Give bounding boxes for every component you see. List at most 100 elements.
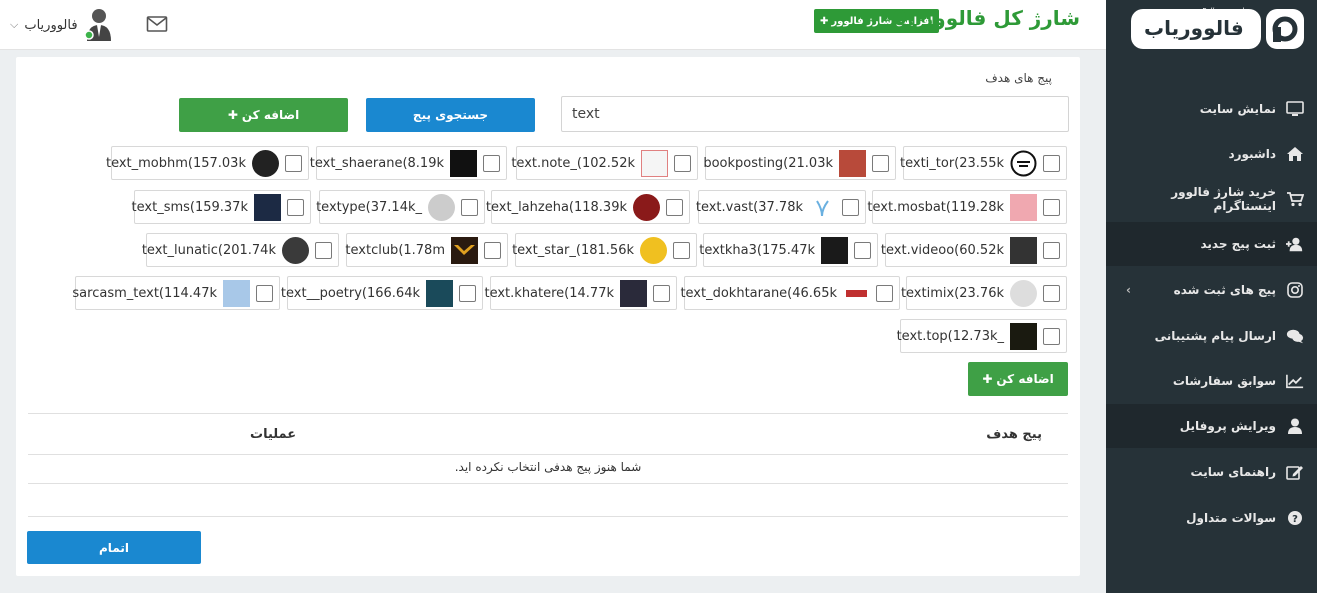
user-avatar-icon [83,7,114,43]
page-checkbox[interactable] [285,154,302,172]
logo[interactable]: فالووریاب Follower yab [1130,6,1306,52]
plus-icon: ✚ [982,372,993,386]
sidebar-item-support[interactable]: ارسال پیام پشتیبانی [1106,314,1317,358]
page-checkbox[interactable] [1043,284,1060,302]
add-button-label: اضافه کن [996,372,1054,386]
page-checkbox[interactable] [872,154,889,172]
divider [28,516,1068,517]
page-thumbnail [1010,322,1037,350]
page-checkbox[interactable] [287,198,304,216]
add-button-bottom[interactable]: اضافه کن ✚ [968,362,1068,396]
page-checkbox[interactable] [666,198,683,216]
sidebar-item-new-page[interactable]: ثبت پیج جدید [1106,222,1317,266]
page-option[interactable]: sarcasm_text(114.47k [72,276,280,310]
page-thumbnail [1010,149,1037,177]
page-option[interactable]: text_star_(181.56k [512,233,697,267]
sidebar-item-edit-profile[interactable]: ویرایش پروفایل [1106,404,1317,448]
search-page-button[interactable]: جستجوی پیج [366,98,535,132]
page-checkbox[interactable] [1043,241,1060,259]
page-option[interactable]: textclub(1.78m [345,233,508,267]
add-button-top[interactable]: اضافه کن ✚ [179,98,348,132]
divider [28,413,1068,414]
page-option-label: textkha3(175.47k [699,242,815,258]
page-thumbnail [809,193,836,221]
sidebar-item-label: ثبت پیج جدید [1200,237,1276,251]
user-menu[interactable]: فالووریاب ⌵ [10,6,114,44]
page-option[interactable]: text_sms(159.37k [131,190,311,224]
page-option[interactable]: textkha3(175.47k [699,233,878,267]
page-checkbox[interactable] [673,241,690,259]
mail-icon[interactable] [146,15,168,33]
sidebar-item-dashboard[interactable]: داشبورد [1106,132,1317,176]
page-checkbox[interactable] [842,198,859,216]
sidebar-item-label: نمایش سایت [1199,102,1276,116]
page-option-label: text.mosbat(119.28k [867,199,1004,215]
page-option[interactable]: text_lunatic(201.74k [142,233,339,267]
page-option[interactable]: textype(37.14k_ [316,190,485,224]
page-checkbox[interactable] [315,241,332,259]
page-option-label: text_sms(159.37k [131,199,248,215]
user-name: فالووریاب [24,17,78,33]
page-option[interactable]: bookposting(21.03k [703,146,896,180]
page-option-label: text.top(12.73k_ [896,328,1004,344]
page-option-label: text_star_(181.56k [512,242,634,258]
page-option[interactable]: text.mosbat(119.28k [867,190,1067,224]
page-option-label: sarcasm_text(114.47k [72,285,217,301]
finish-button-label: اتمام [99,540,129,555]
sidebar-item-orders[interactable]: سوابق سفارشات [1106,359,1317,403]
page-option[interactable]: text__poetry(166.64k [281,276,483,310]
page-option[interactable]: text_lahzeha(118.39k [486,190,690,224]
page-checkbox[interactable] [484,241,501,259]
page-checkbox[interactable] [1043,327,1060,345]
svg-text:?: ? [1292,514,1298,525]
page-checkbox[interactable] [854,241,871,259]
page-thumbnail [428,193,455,221]
page-option[interactable]: text_mobhm(157.03k [106,146,309,180]
page-checkbox[interactable] [1043,198,1060,216]
page-thumbnail [1010,279,1037,307]
page-option-label: text.vast(37.78k [695,199,803,215]
page-option[interactable]: text.khatere(14.77k [485,276,677,310]
page-option[interactable]: texti_tor(23.55k [900,146,1067,180]
page-checkbox[interactable] [674,154,691,172]
page-option-label: text_dokhtarane(46.65k [680,285,837,301]
page-thumbnail [839,149,866,177]
chart-icon [1286,372,1304,390]
page-option-label: text_lunatic(201.74k [141,242,276,258]
sidebar-item-view-site[interactable]: نمایش سایت [1106,87,1317,131]
chevron-down-icon[interactable]: ⌵ [10,18,18,32]
page-checkbox[interactable] [653,284,670,302]
empty-table-message: شما هنوز پیج هدفی انتخاب نکرده اید. [454,460,642,474]
edit-icon [1286,463,1304,481]
page-option[interactable]: text_shaerane(8.19k [310,146,507,180]
page-checkbox[interactable] [876,284,893,302]
page-checkbox[interactable] [461,198,478,216]
page-checkbox[interactable] [256,284,273,302]
page-checkbox[interactable] [1043,154,1060,172]
page-option-label: text_lahzeha(118.39k [485,199,627,215]
sidebar-item-guide[interactable]: راهنمای سایت [1106,450,1317,494]
sidebar: فالووریاب Follower yab نمایش سایت داشبور… [1106,0,1317,593]
page-option[interactable]: text.vast(37.78k [695,190,866,224]
finish-button[interactable]: اتمام [27,531,201,564]
search-input[interactable]: text [561,96,1069,132]
monitor-icon [1286,100,1304,118]
page-option-label: textclub(1.78m [345,242,445,258]
page-checkbox[interactable] [483,154,500,172]
sidebar-item-label: داشبورد [1228,147,1276,161]
page-checkbox[interactable] [459,284,476,302]
plus-icon: ✚ [227,108,238,122]
sidebar-item-buy-charge[interactable]: خرید شارژ فالوور اینستاگرام [1106,177,1317,221]
sidebar-item-registered-pages[interactable]: ‹ پیج های ثبت شده [1106,268,1317,312]
page-option[interactable]: textimix(23.76k [901,276,1067,310]
sidebar-item-label: پیج های ثبت شده [1173,283,1276,297]
page-option[interactable]: text.top(12.73k_ [896,319,1067,353]
page-option[interactable]: text.note_(102.52k [511,146,698,180]
page-thumbnail [450,149,477,177]
page-option[interactable]: text.videoo(60.52k [881,233,1067,267]
page-thumbnail [252,149,279,177]
divider [28,454,1068,455]
page-thumbnail [223,279,250,307]
page-option[interactable]: text_dokhtarane(46.65k [680,276,900,310]
sidebar-item-faq[interactable]: سوالات متداول ? [1106,496,1317,540]
